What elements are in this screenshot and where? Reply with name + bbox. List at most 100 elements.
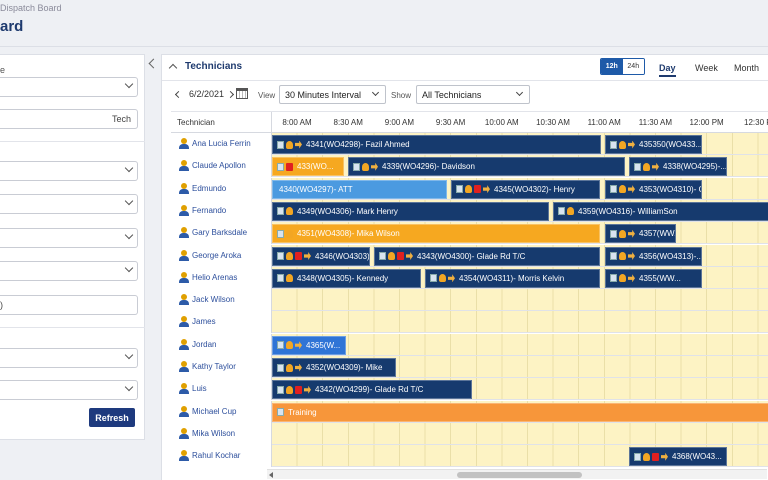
filter-dropdown-5[interactable] bbox=[0, 261, 138, 281]
technician-name[interactable]: Edmundo bbox=[192, 184, 226, 193]
document-icon bbox=[610, 185, 617, 194]
schedule-lane[interactable]: 4365(W... bbox=[272, 333, 768, 355]
work-order-event[interactable]: 4356(WO4313)-... bbox=[605, 246, 702, 266]
work-order-event[interactable]: 4355(WW... bbox=[605, 268, 702, 288]
bell-icon bbox=[619, 185, 626, 194]
technician-name[interactable]: Jordan bbox=[192, 340, 216, 349]
event-label: 4368(WO43... bbox=[672, 452, 722, 462]
bell-icon bbox=[567, 207, 574, 216]
schedule-lane[interactable]: 4340(WO4297)- ATT 4345(WO4302)- Henry 4353… bbox=[272, 177, 768, 199]
filter-dropdown-1[interactable] bbox=[0, 77, 138, 97]
interval-select[interactable]: 30 Minutes Interval bbox=[279, 85, 386, 104]
technician-name[interactable]: Ana Lucia Ferrin bbox=[192, 139, 251, 148]
schedule-lane[interactable]: 4341(WO4298)- Fazil Ahmed 435350(WO433... bbox=[272, 133, 768, 154]
event-label: 4343(WO4300)- Glade Rd T/C bbox=[417, 251, 526, 261]
filter-dropdown-6[interactable] bbox=[0, 348, 138, 368]
tech-filter-field[interactable]: Tech bbox=[0, 109, 138, 129]
tab-day[interactable]: Day bbox=[659, 63, 676, 77]
schedule-lane[interactable] bbox=[272, 289, 768, 311]
schedule-lane[interactable]: 4342(WO4299)- Glade Rd T/C bbox=[272, 378, 768, 400]
work-order-event[interactable]: 435350(WO433... bbox=[605, 135, 702, 154]
technician-cell: Michael Cup bbox=[171, 400, 272, 423]
tab-week[interactable]: Week bbox=[695, 63, 718, 73]
technician-name[interactable]: Claude Apollon bbox=[192, 161, 246, 170]
filter-dropdown-2[interactable] bbox=[0, 161, 138, 181]
technician-name[interactable]: Mika Wilson bbox=[192, 429, 235, 438]
technician-name[interactable]: George Aroka bbox=[192, 251, 241, 260]
technician-filter-select[interactable]: All Technicians bbox=[416, 85, 530, 104]
schedule-lane[interactable]: Training bbox=[272, 400, 768, 422]
format-24h-button[interactable]: 24h bbox=[622, 59, 644, 74]
bell-icon bbox=[619, 274, 626, 283]
work-order-event[interactable]: 4339(WO4296)- Davidson bbox=[348, 157, 625, 177]
filter-dropdown-7[interactable] bbox=[0, 380, 138, 400]
filter-input[interactable]: ) bbox=[0, 295, 138, 315]
schedule-lane[interactable]: 4346(WO4303)-... 4343(WO4300)- Glade Rd T… bbox=[272, 244, 768, 266]
work-order-event[interactable]: 4354(WO4311)- Morris Kelvin bbox=[425, 268, 600, 288]
document-icon bbox=[277, 207, 284, 216]
schedule-lane[interactable]: 4349(WO4306)- Mark Henry 4359(WO4316)- Wi… bbox=[272, 199, 768, 221]
schedule-lane[interactable]: 4348(WO4305)- Kennedy 4354(WO4311)- Morri… bbox=[272, 266, 768, 288]
person-icon bbox=[179, 427, 189, 440]
work-order-event[interactable]: 4365(W... bbox=[272, 335, 346, 355]
event-label: 4346(WO4303)-... bbox=[315, 251, 370, 261]
work-order-event[interactable]: Training bbox=[272, 402, 768, 422]
work-order-event[interactable]: 4338(WO4295)-... bbox=[629, 157, 727, 177]
work-order-event[interactable]: 4346(WO4303)-... bbox=[272, 246, 370, 266]
work-order-event[interactable]: 4353(WO4310)- Gla... bbox=[605, 179, 702, 199]
technician-name[interactable]: Helio Arenas bbox=[192, 273, 237, 282]
technician-name[interactable]: Gary Barksdale bbox=[192, 228, 247, 237]
filter-dropdown-4[interactable] bbox=[0, 228, 138, 248]
work-order-event[interactable]: 4351(WO4308)- Mika Wilson bbox=[272, 224, 600, 244]
schedule-lane[interactable] bbox=[272, 311, 768, 333]
work-order-event[interactable]: 4341(WO4298)- Fazil Ahmed bbox=[272, 135, 601, 154]
work-order-event[interactable]: 4359(WO4316)- WilliamSon bbox=[553, 201, 768, 221]
breadcrumb[interactable]: Dispatch Board bbox=[0, 3, 62, 13]
work-order-event[interactable]: 4357(WW... bbox=[605, 224, 676, 244]
next-date-icon[interactable] bbox=[226, 90, 235, 99]
technician-cell: Edmundo bbox=[171, 177, 272, 200]
bell-icon bbox=[465, 185, 472, 194]
filter-dropdown-3[interactable] bbox=[0, 194, 138, 214]
scroll-left-icon[interactable] bbox=[269, 472, 273, 478]
truck-icon bbox=[406, 252, 413, 260]
work-order-event[interactable]: 4342(WO4299)- Glade Rd T/C bbox=[272, 380, 472, 400]
event-label: 4339(WO4296)- Davidson bbox=[382, 162, 475, 172]
schedule-lane[interactable]: 433(WO... 4339(WO4296)- Davidson 4338(WO42… bbox=[272, 155, 768, 177]
document-icon bbox=[456, 185, 463, 194]
technician-name[interactable]: Jack Wilson bbox=[192, 295, 235, 304]
work-order-event[interactable]: 4349(WO4306)- Mark Henry bbox=[272, 201, 549, 221]
bell-icon bbox=[619, 140, 626, 149]
calendar-icon[interactable] bbox=[236, 88, 248, 99]
technician-row: Helio Arenas 4348(WO4305)- Kennedy 4354(WO… bbox=[171, 266, 768, 289]
work-order-event[interactable]: 4348(WO4305)- Kennedy bbox=[272, 268, 421, 288]
work-order-event[interactable]: 4340(WO4297)- ATT bbox=[272, 179, 447, 199]
collapse-left-icon[interactable] bbox=[148, 58, 159, 69]
chevron-down-icon bbox=[124, 263, 134, 273]
schedule-lane[interactable]: 4351(WO4308)- Mika Wilson 4357(WW... bbox=[272, 222, 768, 244]
technician-row: Luis 4342(WO4299)- Glade Rd T/C bbox=[171, 378, 768, 401]
chevron-up-icon[interactable] bbox=[168, 63, 178, 73]
scrollbar-thumb[interactable] bbox=[457, 472, 582, 478]
event-label: 4356(WO4313)-... bbox=[639, 251, 702, 261]
technician-name[interactable]: Rahul Kochar bbox=[192, 451, 240, 460]
technician-name[interactable]: James bbox=[192, 317, 216, 326]
refresh-button[interactable]: Refresh bbox=[89, 408, 135, 427]
work-order-event[interactable]: 4368(WO43... bbox=[629, 447, 727, 467]
person-icon bbox=[179, 450, 189, 462]
tab-month[interactable]: Month bbox=[734, 63, 759, 73]
horizontal-scrollbar[interactable] bbox=[267, 469, 767, 479]
work-order-event[interactable]: 4352(WO4309)- Mike bbox=[272, 358, 396, 377]
work-order-event[interactable]: 4345(WO4302)- Henry bbox=[451, 179, 600, 199]
work-order-event[interactable]: 433(WO... bbox=[272, 157, 344, 177]
technician-name[interactable]: Fernando bbox=[192, 206, 226, 215]
schedule-lane[interactable] bbox=[272, 422, 768, 444]
schedule-lane[interactable]: 4352(WO4309)- Mike bbox=[272, 356, 768, 377]
technician-name[interactable]: Luis bbox=[192, 384, 207, 393]
schedule-lane[interactable]: 4368(WO43... bbox=[272, 445, 768, 467]
technician-name[interactable]: Kathy Taylor bbox=[192, 362, 236, 371]
previous-date-icon[interactable] bbox=[174, 90, 183, 99]
technician-name[interactable]: Michael Cup bbox=[192, 407, 236, 416]
format-12h-button[interactable]: 12h bbox=[601, 59, 623, 74]
work-order-event[interactable]: 4343(WO4300)- Glade Rd T/C bbox=[374, 246, 600, 266]
